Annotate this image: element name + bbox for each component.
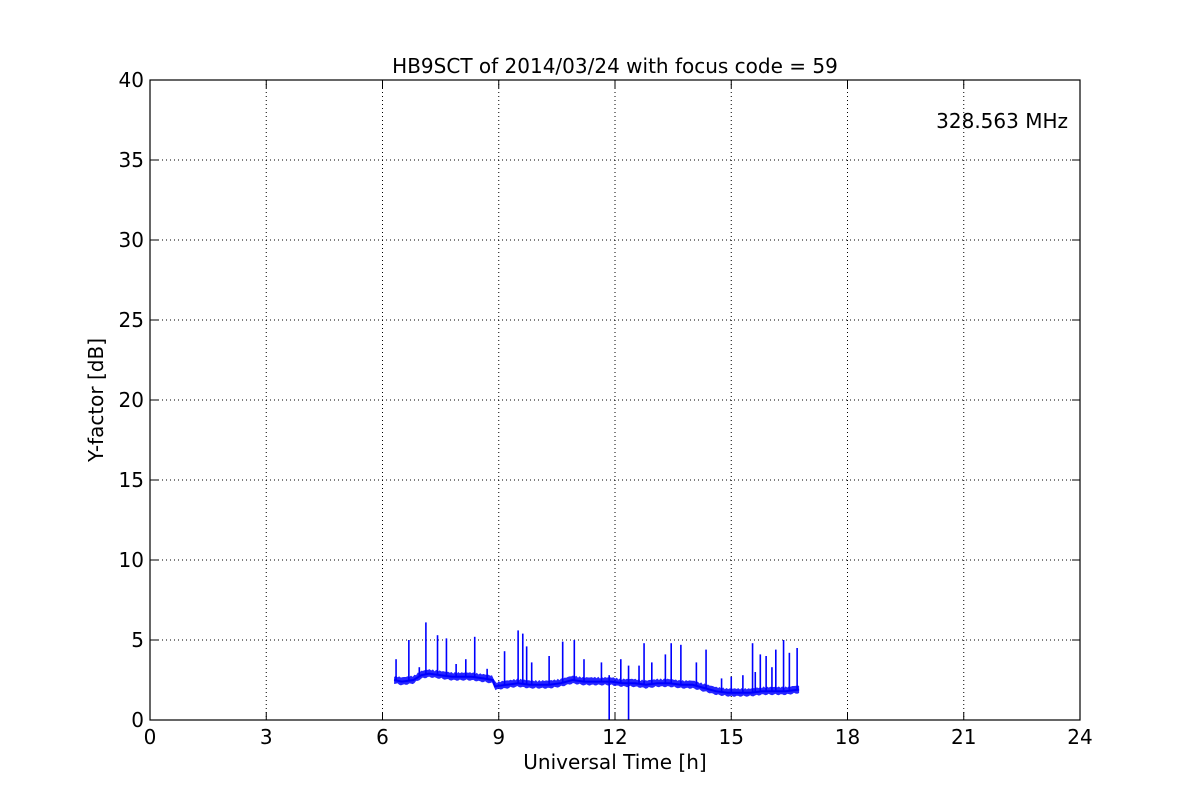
x-tick-label: 12 <box>602 725 627 749</box>
y-tick-label: 15 <box>119 468 144 492</box>
y-tick-label: 25 <box>119 308 144 332</box>
y-tick-label: 5 <box>131 628 144 652</box>
x-tick-label: 3 <box>260 725 273 749</box>
x-tick-label: 18 <box>835 725 860 749</box>
y-axis-label: Y-factor [dB] <box>84 338 108 463</box>
x-tick-label: 15 <box>719 725 744 749</box>
y-tick-label: 40 <box>119 68 144 92</box>
frequency-annotation: 328.563 MHz <box>936 109 1068 133</box>
y-tick-label: 35 <box>119 148 144 172</box>
x-tick-label: 0 <box>144 725 157 749</box>
chart-title: HB9SCT of 2014/03/24 with focus code = 5… <box>392 54 838 78</box>
y-tick-label: 0 <box>131 708 144 732</box>
y-tick-label: 10 <box>119 548 144 572</box>
x-tick-label: 21 <box>951 725 976 749</box>
chart-figure: 0 3 6 9 12 15 18 21 24 0 5 10 15 20 25 30 35 40 HB9SCT of… <box>0 0 1200 800</box>
y-tick-label: 30 <box>119 228 144 252</box>
x-tick-label: 24 <box>1067 725 1092 749</box>
x-tick-label: 9 <box>492 725 505 749</box>
y-tick-label: 20 <box>119 388 144 412</box>
x-tick-label: 6 <box>376 725 389 749</box>
x-axis-label: Universal Time [h] <box>523 750 706 774</box>
